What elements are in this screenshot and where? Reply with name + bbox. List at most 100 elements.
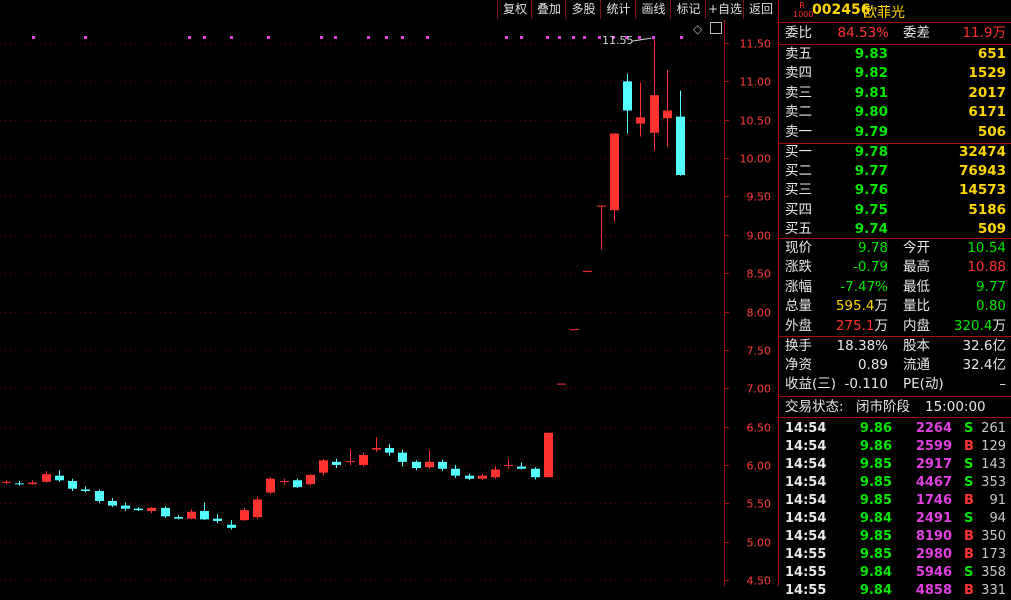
signal-dot bbox=[546, 36, 549, 39]
price-axis-divider bbox=[724, 20, 725, 586]
status-value: 闭市阶段 bbox=[856, 399, 910, 415]
stock-code: 002456 bbox=[812, 2, 871, 18]
mark-button[interactable]: 标记 bbox=[670, 0, 706, 19]
stat-value: -0.79 bbox=[853, 259, 888, 276]
level-volume: 509 bbox=[977, 220, 1006, 237]
tick-side: S bbox=[964, 475, 974, 490]
kline-chart[interactable]: 11.50 11.00 10.50 10.00 9.50 9.00 8.50 8.00 7.50… bbox=[0, 0, 778, 586]
tick-count: 94 bbox=[989, 511, 1006, 526]
ask-level[interactable]: 卖四 9.82 1529 bbox=[779, 64, 1011, 83]
signal-dot bbox=[520, 36, 523, 39]
trade-status-row: 交易状态: 闭市阶段 15:00:00 bbox=[779, 398, 1011, 417]
signal-dot bbox=[267, 36, 270, 39]
y-tick-label: 7.50 bbox=[747, 345, 772, 358]
candle-body bbox=[55, 475, 64, 481]
y-tick-label: 4.50 bbox=[747, 575, 772, 587]
ask-level[interactable]: 卖二 9.80 6171 bbox=[779, 103, 1011, 122]
stat-label: 收益(三) bbox=[785, 376, 837, 393]
max-price-label: 11.55 bbox=[602, 34, 634, 47]
candle-body bbox=[187, 511, 196, 519]
candle-body bbox=[280, 481, 289, 483]
tick-row: 14:54 9.86 2599 B 129 bbox=[779, 437, 1011, 456]
candle-body bbox=[200, 510, 209, 520]
candle-body bbox=[557, 383, 566, 385]
stat-label: 量比 bbox=[903, 298, 930, 315]
stat-value: -0.110 bbox=[844, 376, 888, 393]
diamond-icon[interactable]: ◇ bbox=[693, 22, 702, 36]
separator bbox=[779, 396, 1011, 397]
level-price: 9.81 bbox=[854, 84, 888, 101]
level-label: 卖一 bbox=[785, 123, 812, 140]
tick-time: 14:55 bbox=[785, 547, 827, 562]
overlay-button[interactable]: 叠加 bbox=[531, 0, 566, 19]
window-toggle-icon[interactable] bbox=[710, 22, 722, 34]
stat-value: 32.6亿 bbox=[962, 338, 1006, 354]
tick-row: 14:54 9.86 2264 S 261 bbox=[779, 419, 1011, 438]
candle-body bbox=[253, 499, 262, 518]
tick-time: 14:54 bbox=[785, 421, 827, 436]
bid-level[interactable]: 买五 9.74 509 bbox=[779, 220, 1011, 239]
level-volume: 6171 bbox=[968, 104, 1006, 121]
tick-volume: 2917 bbox=[915, 457, 952, 472]
stat-label: 净资 bbox=[785, 357, 812, 374]
tick-row: 14:55 9.85 2980 B 173 bbox=[779, 545, 1011, 564]
fuquan-button[interactable]: 复权 bbox=[497, 0, 532, 19]
level-label: 买五 bbox=[785, 220, 812, 237]
level-volume: 2017 bbox=[968, 84, 1006, 101]
stat-label: 内盘 bbox=[903, 317, 930, 334]
kline-chart-area[interactable]: 11.50 11.00 10.50 10.00 9.50 9.00 8.50 8.00 7.50… bbox=[0, 0, 778, 586]
candle-body bbox=[517, 466, 526, 469]
separator bbox=[779, 22, 1011, 23]
stat-value: 18.38% bbox=[836, 338, 888, 354]
tick-side: S bbox=[964, 565, 974, 580]
back-button[interactable]: 返回 bbox=[743, 0, 778, 19]
tick-volume: 2491 bbox=[915, 511, 952, 526]
tick-price: 9.84 bbox=[859, 511, 892, 526]
tick-price: 9.84 bbox=[859, 565, 892, 580]
candle-body bbox=[42, 474, 51, 482]
tick-time: 14:54 bbox=[785, 493, 827, 508]
stat-value: 10.54 bbox=[967, 240, 1006, 256]
signal-dot bbox=[367, 36, 370, 39]
y-tick-label: 5.50 bbox=[747, 498, 772, 511]
bid-level[interactable]: 买二 9.77 76943 bbox=[779, 162, 1011, 181]
candle-body bbox=[95, 491, 104, 501]
stat-row: 总量 595.4万 量比 0.80 bbox=[779, 297, 1011, 316]
candle-body bbox=[623, 81, 632, 111]
tick-price: 9.85 bbox=[859, 457, 892, 472]
tick-price: 9.86 bbox=[859, 421, 892, 436]
tick-volume: 1746 bbox=[915, 493, 952, 508]
tick-price: 9.85 bbox=[859, 529, 892, 544]
draw-line-button[interactable]: 画线 bbox=[635, 0, 671, 19]
add-watchlist-button[interactable]: +自选 bbox=[705, 0, 744, 19]
stat-label: 最高 bbox=[903, 259, 930, 276]
signal-dot bbox=[652, 36, 655, 39]
tick-count: 173 bbox=[981, 547, 1006, 562]
y-tick-label: 6.00 bbox=[747, 460, 772, 473]
bid-level[interactable]: 买三 9.76 14573 bbox=[779, 181, 1011, 200]
ask-level[interactable]: 卖三 9.81 2017 bbox=[779, 84, 1011, 103]
bid-level[interactable]: 买四 9.75 5186 bbox=[779, 201, 1011, 220]
tick-count: 358 bbox=[981, 565, 1006, 580]
level-label: 卖三 bbox=[785, 84, 812, 101]
stat-value: 0.89 bbox=[857, 357, 888, 374]
ask-level[interactable]: 卖五 9.83 651 bbox=[779, 45, 1011, 64]
weibi-label: 委比 bbox=[785, 25, 812, 41]
tick-side: B bbox=[964, 583, 974, 598]
candle-body bbox=[570, 329, 579, 331]
unit-label: 万 bbox=[874, 317, 889, 334]
multi-stock-button[interactable]: 多股 bbox=[565, 0, 601, 19]
level-price: 9.78 bbox=[854, 144, 888, 160]
candle-body bbox=[451, 468, 460, 476]
y-tick-label: 10.50 bbox=[740, 115, 772, 128]
candle-body bbox=[478, 475, 487, 479]
tick-count: 261 bbox=[981, 421, 1006, 436]
tick-time: 14:54 bbox=[785, 529, 827, 544]
bid-level[interactable]: 买一 9.78 32474 bbox=[779, 143, 1011, 162]
tick-row: 14:55 9.84 5946 S 358 bbox=[779, 563, 1011, 582]
level-price: 9.82 bbox=[854, 65, 888, 82]
candle-body bbox=[676, 116, 685, 175]
statistics-button[interactable]: 统计 bbox=[600, 0, 636, 19]
ask-level[interactable]: 卖一 9.79 506 bbox=[779, 123, 1011, 142]
tick-row: 14:54 9.85 4467 S 353 bbox=[779, 473, 1011, 492]
